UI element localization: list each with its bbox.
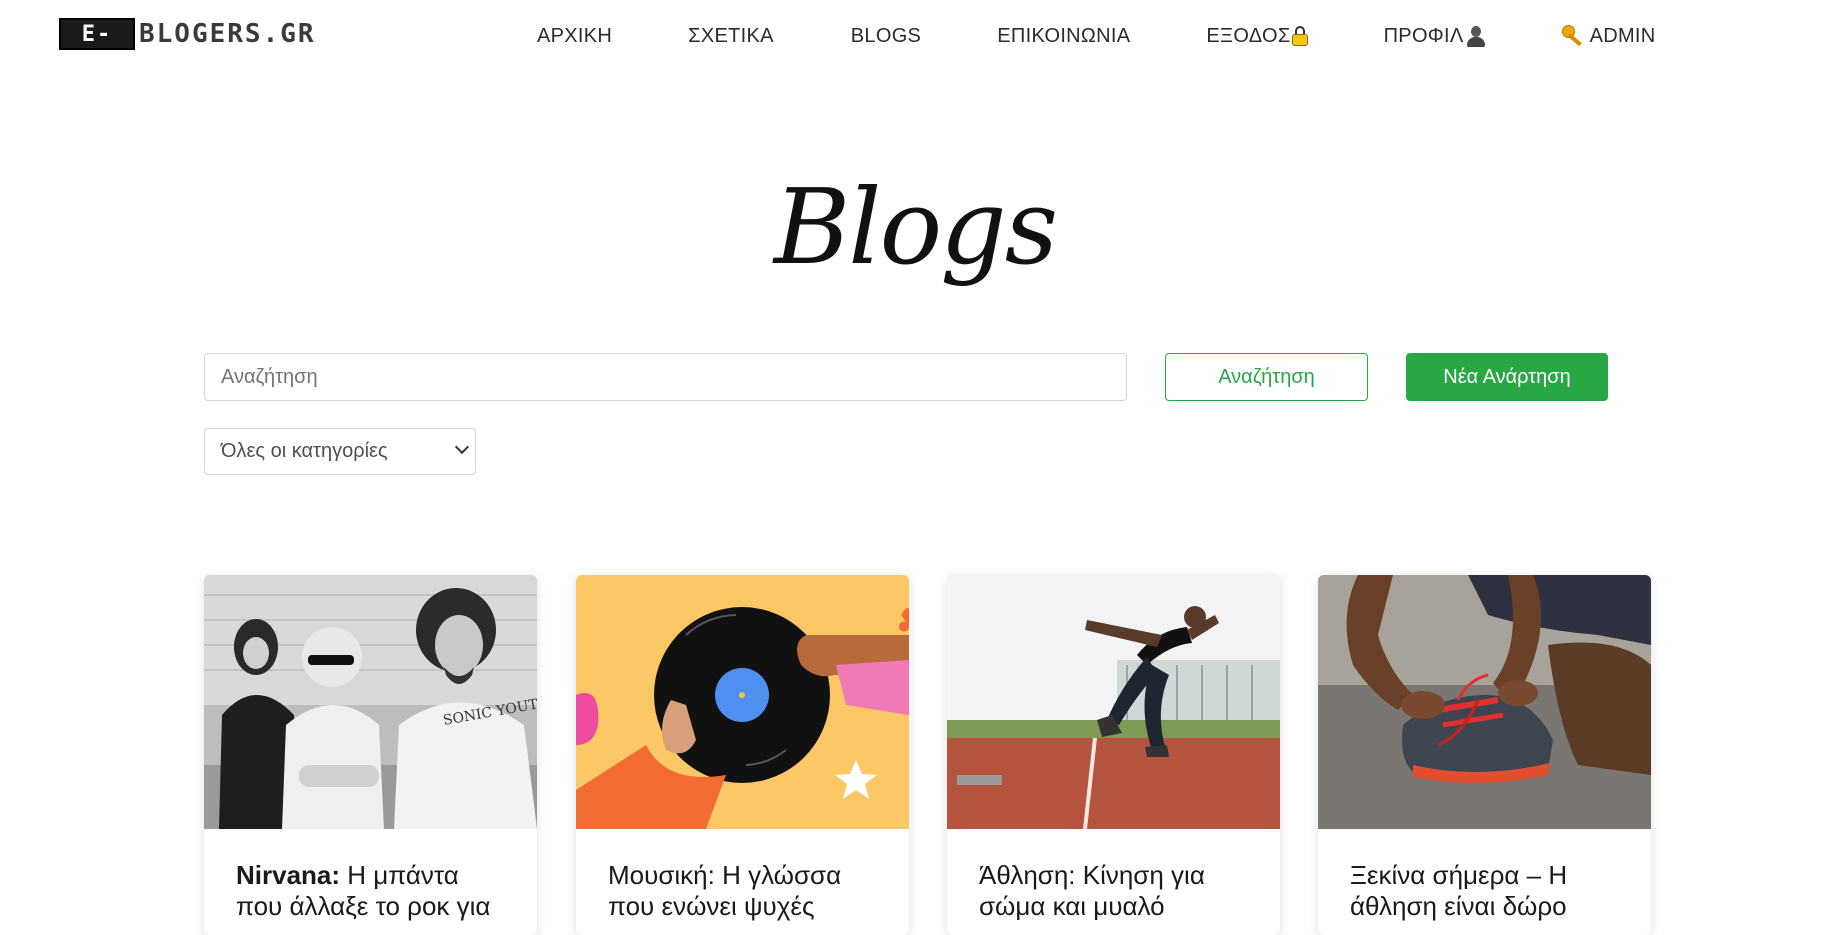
card-title[interactable]: Ξεκίνα σήμερα – Η άθληση είναι δώρο xyxy=(1318,829,1651,922)
category-select-value: Όλες οι κατηγορίες xyxy=(221,440,388,462)
card-title[interactable]: Άθληση: Κίνηση για σώμα και μυαλό xyxy=(947,829,1280,922)
card-image-vinyl[interactable] xyxy=(576,575,909,829)
blog-card[interactable]: SONIC YOUTH Nirvana: Η μπάντα που άλλαξε… xyxy=(204,575,537,935)
nav-about[interactable]: ΣΧΕΤΙΚΑ xyxy=(688,25,774,48)
nav-contact[interactable]: ΕΠΙΚΟΙΝΩΝΙΑ xyxy=(997,25,1130,48)
top-navbar: E- BLOGERS.GR ΑΡΧΙΚΗ ΣΧΕΤΙΚΑ BLOGS ΕΠΙΚΟ… xyxy=(0,0,1830,70)
card-image-shoe[interactable] xyxy=(1318,575,1651,829)
lock-icon xyxy=(1291,26,1308,46)
page-title: Blogs xyxy=(773,166,1058,288)
nav-admin-label: ADMIN xyxy=(1589,24,1656,47)
card-title[interactable]: Μουσική: Η γλώσσα που ενώνει ψυχές xyxy=(576,829,909,922)
card-image-band[interactable]: SONIC YOUTH xyxy=(204,575,537,829)
card-title[interactable]: Nirvana: Η μπάντα που άλλαξε το ροκ για xyxy=(204,829,537,922)
search-button[interactable]: Αναζήτηση xyxy=(1165,353,1368,401)
logo-mark: E- xyxy=(59,18,135,50)
blog-card[interactable]: Ξεκίνα σήμερα – Η άθληση είναι δώρο xyxy=(1318,575,1651,935)
chevron-down-icon xyxy=(454,439,470,455)
card-title-bold: Nirvana: xyxy=(236,860,341,890)
nav-profile-label: ΠΡΟΦΙΛ xyxy=(1383,24,1464,47)
blog-card[interactable]: Άθληση: Κίνηση για σώμα και μυαλό xyxy=(947,575,1280,935)
logo-text: BLOGERS.GR xyxy=(139,19,316,49)
search-input[interactable] xyxy=(204,353,1127,401)
nav-profile[interactable]: ΠΡΟΦΙΛ xyxy=(1384,25,1486,48)
nav-home[interactable]: ΑΡΧΙΚΗ xyxy=(537,25,612,48)
nav-blogs[interactable]: BLOGS xyxy=(851,25,921,48)
nav-admin[interactable]: ADMIN xyxy=(1561,24,1656,48)
site-logo[interactable]: E- BLOGERS.GR xyxy=(59,17,316,51)
new-post-button[interactable]: Νέα Ανάρτηση xyxy=(1406,353,1608,401)
category-select[interactable]: Όλες οι κατηγορίες xyxy=(204,428,476,475)
card-image-sprinter[interactable] xyxy=(947,575,1280,829)
main-nav: ΑΡΧΙΚΗ ΣΧΕΤΙΚΑ BLOGS ΕΠΙΚΟΙΝΩΝΙΑ ΕΞΟΔΟΣ … xyxy=(537,21,1656,51)
key-icon xyxy=(1561,25,1586,47)
user-icon xyxy=(1466,25,1486,47)
blog-card[interactable]: Μουσική: Η γλώσσα που ενώνει ψυχές xyxy=(576,575,909,935)
nav-logout-label: ΕΞΟΔΟΣ xyxy=(1206,24,1291,47)
nav-logout[interactable]: ΕΞΟΔΟΣ xyxy=(1206,24,1308,48)
